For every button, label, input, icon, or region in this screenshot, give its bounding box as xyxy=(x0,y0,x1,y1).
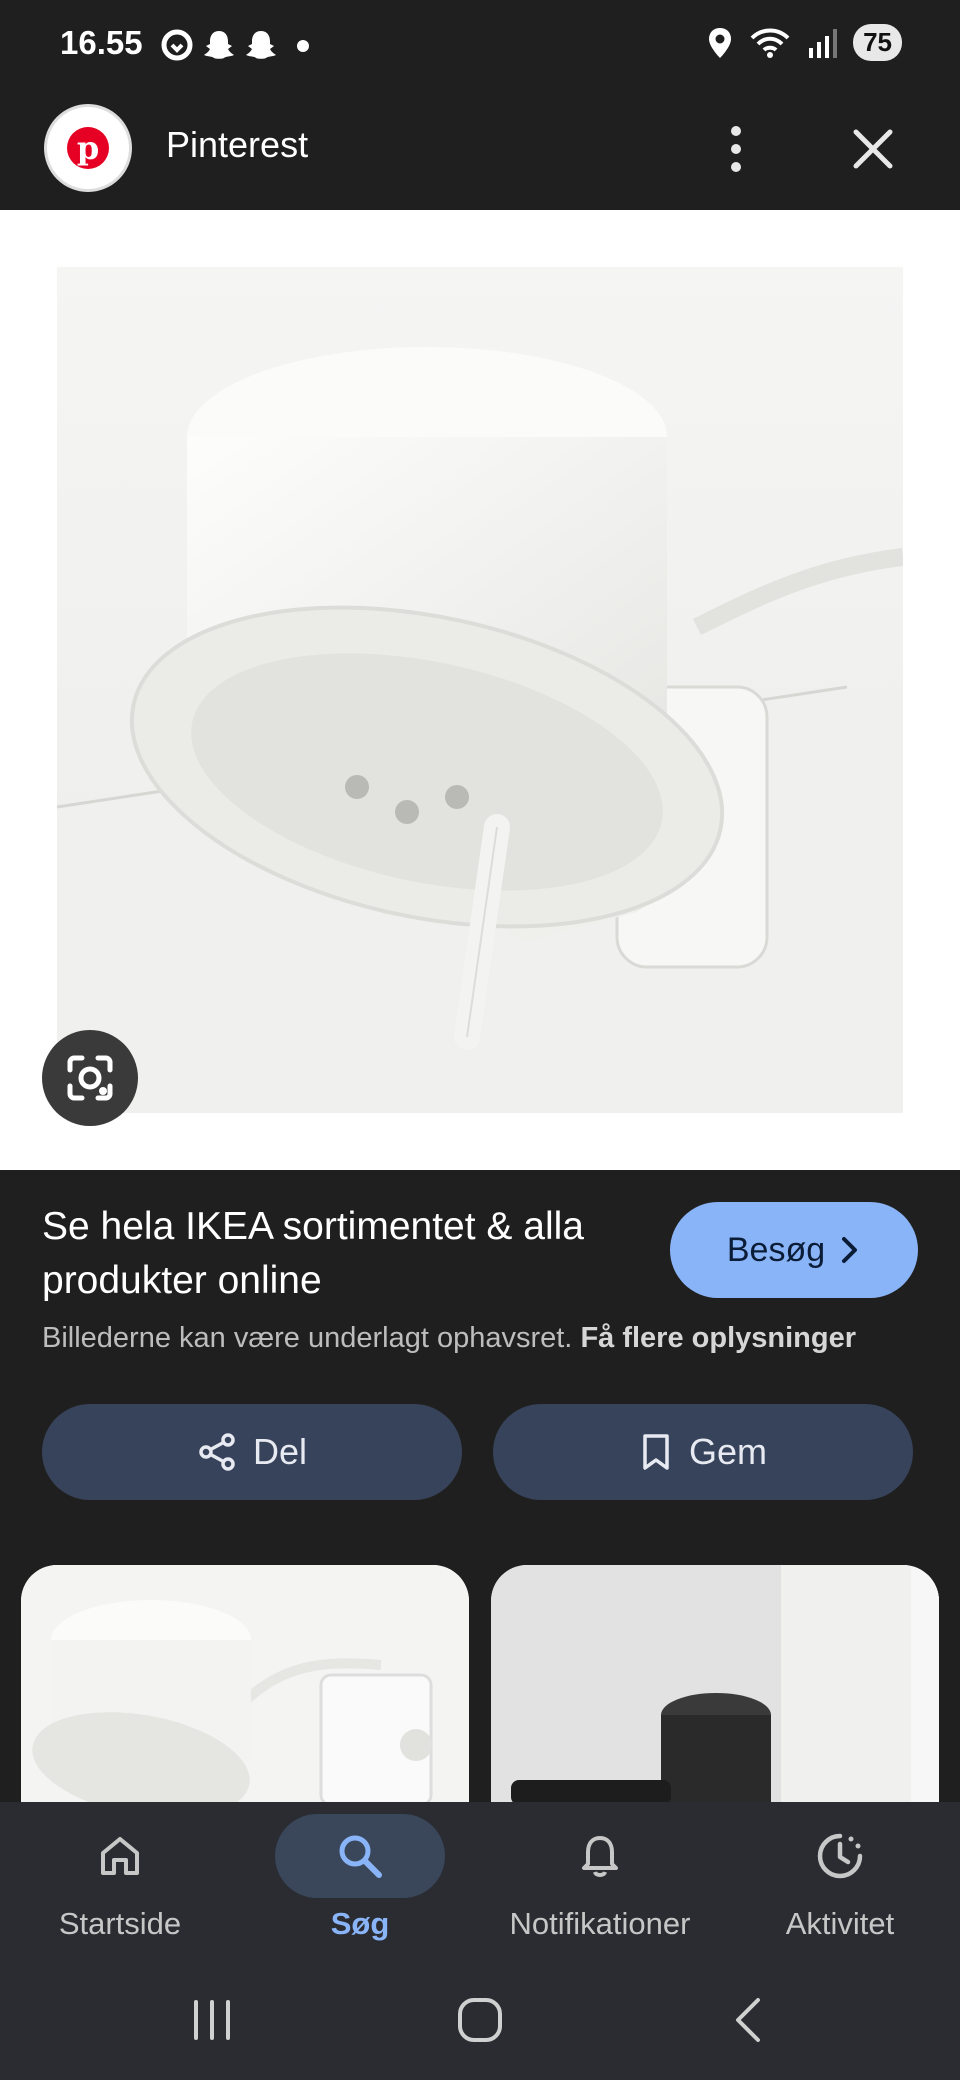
status-time: 16.55 xyxy=(60,24,143,61)
share-icon xyxy=(199,1433,235,1471)
save-label: Gem xyxy=(688,1431,767,1472)
image-preview-area xyxy=(0,210,960,1170)
share-label: Del xyxy=(252,1431,308,1472)
wifi-icon xyxy=(750,28,790,58)
status-system-icons: 75 xyxy=(705,24,902,61)
more-dot xyxy=(731,144,741,154)
home-icon xyxy=(101,1837,139,1875)
app-title: Pinterest xyxy=(166,124,309,165)
status-notification-icons xyxy=(160,28,320,62)
related-image-card[interactable] xyxy=(491,1565,939,1805)
bell-icon xyxy=(582,1836,618,1877)
dot-icon xyxy=(297,40,309,52)
signal-icon xyxy=(809,28,838,58)
nav-label: Aktivitet xyxy=(785,1906,895,1941)
bookmark-icon xyxy=(643,1434,669,1470)
save-button[interactable]: Gem xyxy=(493,1404,913,1500)
status-bar: 16.55 75 xyxy=(0,0,960,94)
system-navigation-bar xyxy=(0,1962,960,2080)
snapchat-icon xyxy=(204,31,234,59)
snapchat-icon xyxy=(246,31,276,59)
chevron-right-icon xyxy=(842,1237,858,1263)
pinterest-icon: p xyxy=(67,127,109,169)
visit-label: Besøg xyxy=(726,1230,826,1269)
nav-label: Startside xyxy=(58,1906,182,1941)
nav-label: Søg xyxy=(330,1906,390,1941)
close-button[interactable] xyxy=(838,114,908,184)
more-dot xyxy=(731,162,741,172)
nav-pill xyxy=(755,1814,925,1898)
back-button[interactable] xyxy=(720,1990,780,2050)
nav-label: Notifikationer xyxy=(509,1906,691,1941)
search-icon xyxy=(339,1835,382,1878)
location-icon xyxy=(709,27,732,58)
sync-icon xyxy=(161,29,193,61)
bottom-navigation: Startside Søg Notifikationer Aktivitet xyxy=(0,1802,960,1962)
more-dot xyxy=(731,126,741,136)
nav-item-notifications[interactable]: Notifikationer xyxy=(480,1802,720,1962)
product-photo[interactable] xyxy=(57,267,903,1113)
copyright-text: Billederne kan være underlagt ophavsret. xyxy=(42,1322,573,1354)
more-options-button[interactable] xyxy=(718,114,754,184)
nav-item-home[interactable]: Startside xyxy=(0,1802,240,1962)
google-lens-button[interactable] xyxy=(42,1030,138,1126)
nav-pill xyxy=(35,1814,205,1898)
lens-icon xyxy=(67,1055,113,1101)
related-image-card[interactable] xyxy=(21,1565,469,1805)
nav-pill xyxy=(515,1814,685,1898)
related-thumbnail xyxy=(491,1565,939,1805)
recent-apps-button[interactable] xyxy=(182,1990,242,2050)
result-title[interactable]: Se hela IKEA sortimentet & alla produkte… xyxy=(42,1200,622,1308)
battery-indicator: 75 xyxy=(853,24,902,61)
nav-item-activity[interactable]: Aktivitet xyxy=(720,1802,960,1962)
visit-button[interactable]: Besøg xyxy=(670,1202,918,1298)
copyright-notice: Billederne kan være underlagt ophavsret.… xyxy=(42,1322,942,1355)
pinterest-logo[interactable]: p xyxy=(44,104,132,192)
app-header: p Pinterest xyxy=(0,94,960,210)
more-info-link[interactable]: Få flere oplysninger xyxy=(580,1322,856,1354)
nav-item-search[interactable]: Søg xyxy=(240,1802,480,1962)
related-thumbnail xyxy=(21,1565,469,1805)
activity-icon xyxy=(817,1833,863,1879)
nav-pill-active xyxy=(275,1814,445,1898)
home-button[interactable] xyxy=(450,1990,510,2050)
share-button[interactable]: Del xyxy=(42,1404,462,1500)
